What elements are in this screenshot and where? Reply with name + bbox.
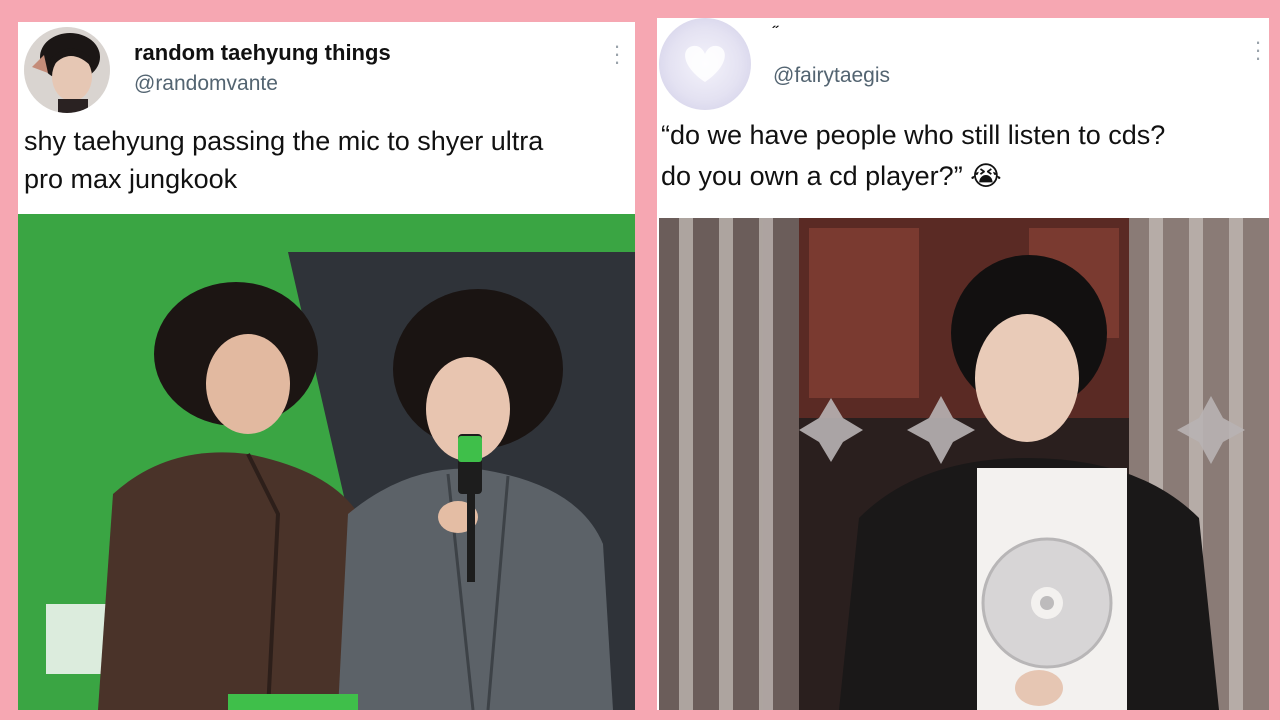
display-name[interactable]: ˝ bbox=[773, 24, 778, 42]
user-handle[interactable]: @fairytaegis bbox=[773, 64, 890, 88]
display-name[interactable]: random taehyung things bbox=[134, 40, 391, 66]
media-photo-right bbox=[659, 218, 1269, 710]
media-photo-left bbox=[18, 214, 635, 710]
tweet-text-line-1: shy taehyung passing the mic to shyer ul… bbox=[24, 126, 544, 156]
tweet-card-right: ˝ @fairytaegis · · · “do we have people wh… bbox=[657, 18, 1269, 710]
tweet-text-line-2: pro max jungkook bbox=[24, 164, 238, 194]
avatar-left[interactable] bbox=[24, 27, 110, 113]
user-handle[interactable]: @randomvante bbox=[134, 72, 278, 96]
heart-avatar-icon bbox=[685, 45, 725, 82]
tweet-text-line-2: do you own a cd player?” 😭 bbox=[661, 161, 1002, 191]
tweet-text-line-1: “do we have people who still listen to c… bbox=[661, 120, 1166, 150]
more-vertical-icon[interactable]: · · · bbox=[612, 35, 622, 73]
more-vertical-icon[interactable]: · · · bbox=[1253, 31, 1263, 69]
avatar-photo-left bbox=[24, 27, 110, 113]
tweet-media-left[interactable] bbox=[18, 214, 635, 710]
avatar-right[interactable] bbox=[659, 18, 751, 110]
tweet-media-right[interactable] bbox=[659, 218, 1269, 710]
tweet-card-left: random taehyung things @randomvante · · · … bbox=[18, 22, 635, 710]
